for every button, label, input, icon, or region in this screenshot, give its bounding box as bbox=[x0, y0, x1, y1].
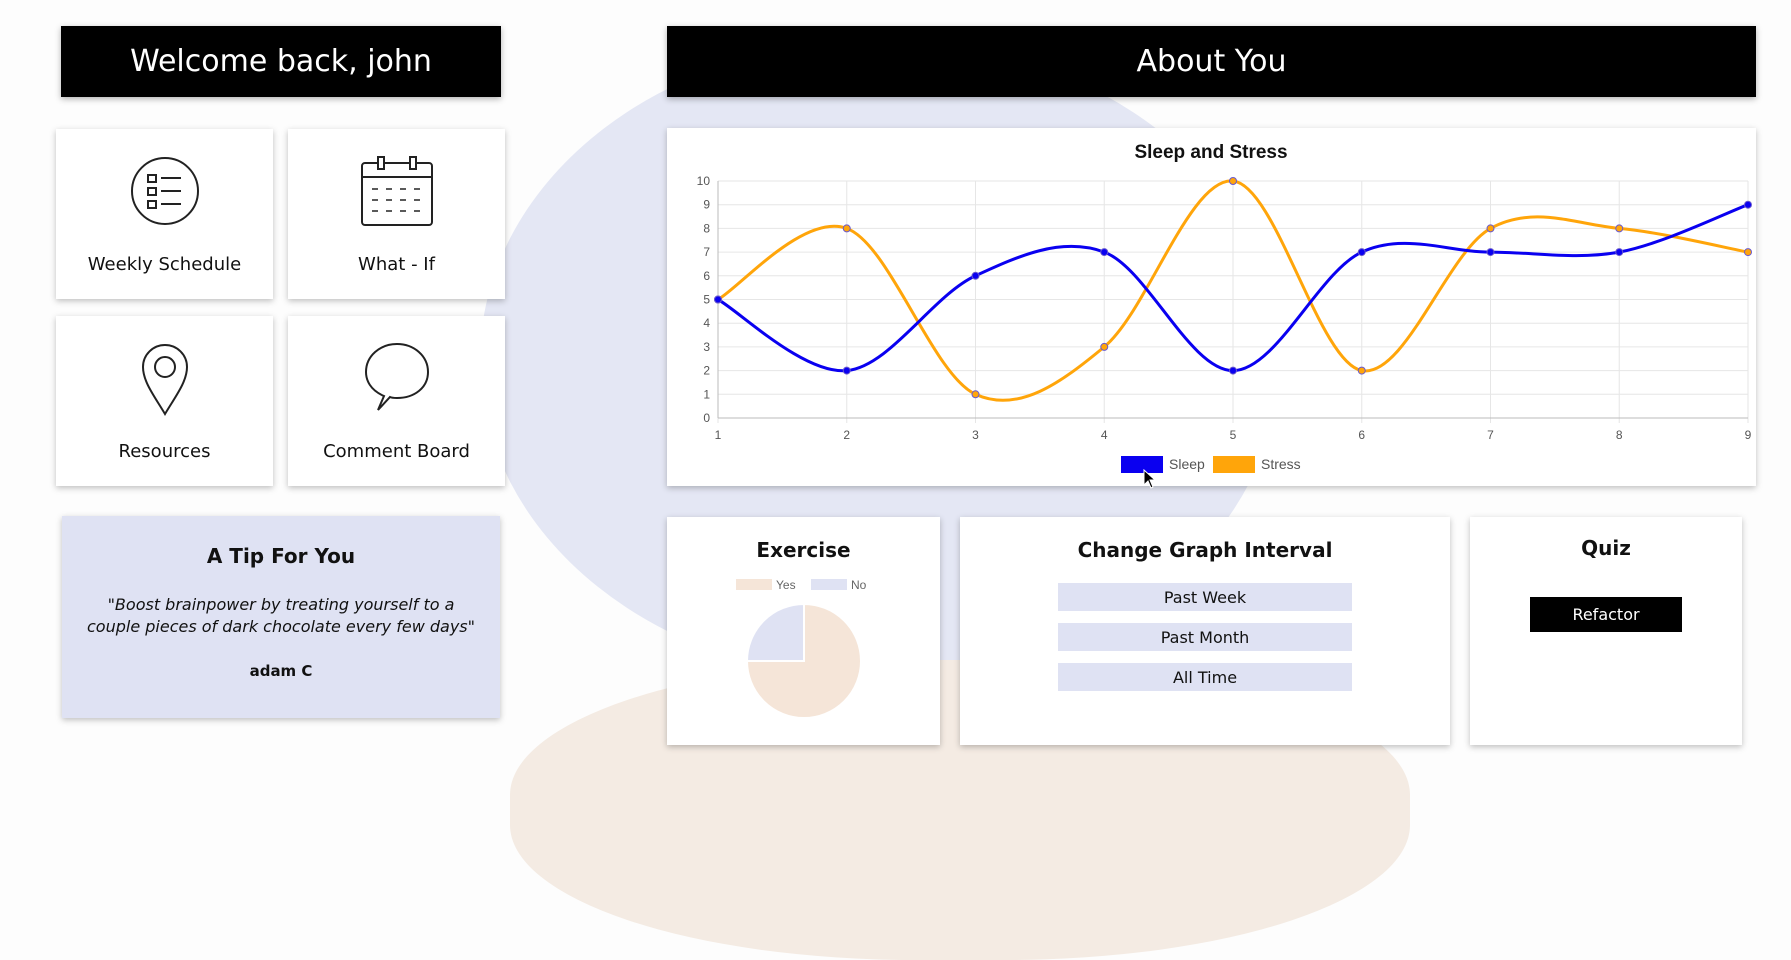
stress-data-point bbox=[1100, 342, 1109, 351]
speech-bubble-icon bbox=[364, 342, 429, 411]
y-tick-label: 10 bbox=[697, 174, 711, 188]
tip-card: A Tip For You "Boost brainpower by treat… bbox=[62, 516, 500, 718]
quiz-title: Quiz bbox=[1581, 536, 1631, 560]
pie-slice-no bbox=[745, 602, 805, 662]
x-tick-label: 3 bbox=[972, 428, 979, 442]
y-tick-label: 9 bbox=[703, 198, 710, 212]
x-tick-label: 2 bbox=[843, 428, 850, 442]
quiz-card: Quiz Refactor bbox=[1470, 517, 1742, 745]
stress-data-point bbox=[971, 390, 980, 399]
tile-label: Comment Board bbox=[323, 441, 470, 462]
sleep-data-point bbox=[1229, 366, 1237, 375]
about-title: About You bbox=[1136, 44, 1287, 79]
mouse-cursor-icon bbox=[1143, 469, 1157, 489]
no-legend-swatch[interactable] bbox=[811, 579, 847, 590]
stress-data-point bbox=[1229, 177, 1237, 185]
chart-title: Sleep and Stress bbox=[1134, 142, 1287, 163]
stress-data-point bbox=[842, 224, 851, 233]
x-tick-label: 5 bbox=[1230, 428, 1237, 442]
x-tick-label: 7 bbox=[1487, 428, 1494, 442]
sleep-data-point bbox=[971, 271, 980, 280]
y-tick-label: 8 bbox=[703, 221, 710, 235]
tip-quote: "Boost brainpower by treating yourself t… bbox=[87, 595, 475, 636]
stress-data-point bbox=[1486, 224, 1495, 233]
about-header: About You bbox=[667, 26, 1756, 97]
tile-weekly-schedule[interactable]: Weekly Schedule bbox=[56, 129, 273, 299]
interval-card: Change Graph Interval Past Week Past Mon… bbox=[960, 517, 1450, 745]
sleep-data-point bbox=[842, 366, 851, 375]
calendar-icon bbox=[360, 156, 433, 226]
sleep-stress-chart: Sleep and Stress 0123456789101 2 3 4 5 6 7 8 9 S… bbox=[697, 142, 1752, 473]
location-pin-icon bbox=[141, 344, 188, 416]
y-tick-label: 7 bbox=[703, 245, 710, 259]
sleep-legend-label[interactable]: Sleep bbox=[1169, 456, 1205, 472]
interval-title: Change Graph Interval bbox=[1077, 538, 1333, 562]
tile-label: What - If bbox=[358, 254, 435, 275]
sleep-data-point bbox=[1744, 200, 1752, 209]
list-icon bbox=[130, 157, 199, 225]
x-tick-label: 8 bbox=[1616, 428, 1623, 442]
sleep-stress-chart-card: Sleep and Stress 0 1 2 3 4 5 6 7 8 9 10 1 2 3 4 5 6 7 8 9 S… bbox=[667, 128, 1756, 486]
sleep-data-point bbox=[1100, 248, 1109, 257]
past-week-button[interactable]: Past Week bbox=[1058, 583, 1352, 611]
sleep-data-point bbox=[1615, 248, 1624, 257]
stress-data-point bbox=[1357, 366, 1366, 375]
all-time-button[interactable]: All Time bbox=[1058, 663, 1352, 691]
past-month-button[interactable]: Past Month bbox=[1058, 623, 1352, 651]
tile-label: Resources bbox=[118, 441, 211, 462]
yes-legend-label[interactable]: Yes bbox=[776, 578, 796, 592]
y-tick-label: 0 bbox=[703, 411, 710, 425]
y-tick-label: 1 bbox=[703, 387, 710, 401]
y-tick-label: 4 bbox=[703, 316, 710, 330]
tile-label: Weekly Schedule bbox=[87, 254, 242, 275]
no-legend-label[interactable]: No bbox=[851, 578, 867, 592]
y-tick-label: 5 bbox=[703, 293, 710, 307]
yes-legend-swatch[interactable] bbox=[736, 579, 772, 590]
x-tick-label: 9 bbox=[1745, 428, 1752, 442]
stress-data-point bbox=[1744, 248, 1752, 257]
exercise-title: Exercise bbox=[756, 538, 851, 562]
exercise-pie-chart: Yes No bbox=[736, 578, 867, 719]
sleep-data-point bbox=[1357, 248, 1366, 257]
tile-resources[interactable]: Resources bbox=[56, 316, 273, 486]
x-tick-label: 4 bbox=[1101, 428, 1108, 442]
exercise-card: Exercise Yes No bbox=[667, 517, 940, 745]
x-tick-label: 1 bbox=[715, 428, 722, 442]
welcome-title: Welcome back, john bbox=[130, 44, 432, 79]
tip-title: A Tip For You bbox=[206, 544, 356, 568]
sleep-data-point bbox=[1486, 248, 1495, 257]
y-tick-label: 2 bbox=[703, 364, 710, 378]
y-tick-label: 3 bbox=[703, 340, 710, 354]
x-tick-label: 6 bbox=[1358, 428, 1365, 442]
tile-comment-board[interactable]: Comment Board bbox=[288, 316, 505, 486]
sleep-data-point bbox=[714, 295, 722, 304]
stress-data-point bbox=[1615, 224, 1624, 233]
refactor-button[interactable]: Refactor bbox=[1530, 597, 1682, 632]
tile-what-if[interactable]: What - If bbox=[288, 129, 505, 299]
stress-legend-label[interactable]: Stress bbox=[1261, 456, 1301, 472]
y-tick-label: 6 bbox=[703, 269, 710, 283]
welcome-header: Welcome back, john bbox=[61, 26, 501, 97]
stress-legend-swatch[interactable] bbox=[1213, 456, 1255, 473]
tip-author: adam C bbox=[249, 662, 313, 680]
